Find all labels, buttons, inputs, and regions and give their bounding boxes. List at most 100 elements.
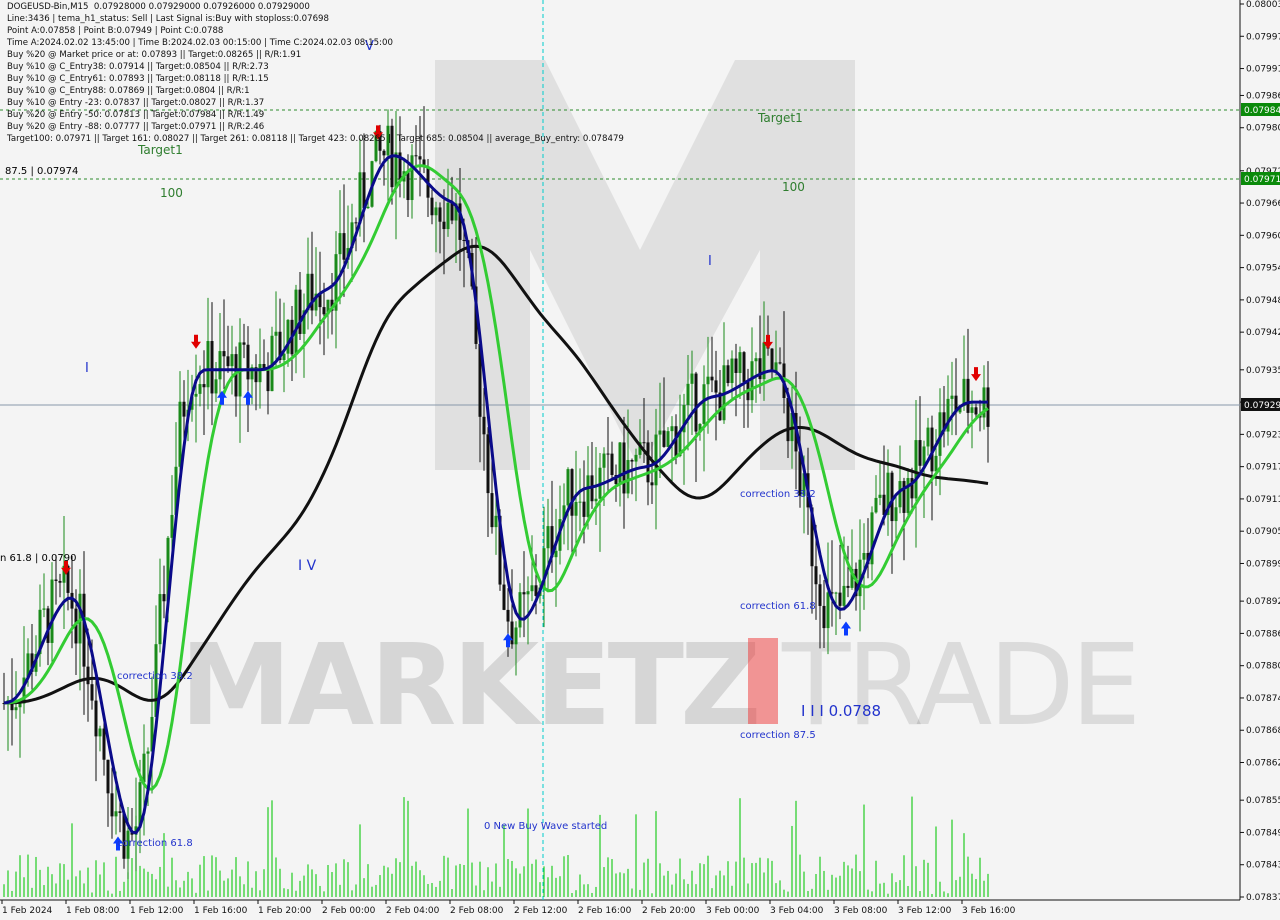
price-tick-label: 0.07980 [1246, 124, 1280, 134]
candle-body [646, 442, 650, 483]
time-tick-label: 3 Feb 16:00 [962, 906, 1016, 916]
candle-body [246, 344, 250, 380]
candle-body [846, 585, 850, 588]
candle-body [114, 811, 118, 817]
candle-body [666, 431, 670, 447]
candle-body [486, 434, 490, 494]
candle-body [442, 221, 446, 230]
candle-body [610, 453, 614, 476]
candle-body [434, 207, 438, 216]
candle-body [258, 363, 262, 383]
candle-body [462, 239, 466, 241]
candle-body [162, 594, 166, 602]
candle-body [218, 351, 222, 380]
price-tick-label: 0.07991 [1246, 65, 1280, 75]
target1-right-label: Target1 [757, 111, 803, 125]
candle-body [962, 378, 966, 407]
candle-body [98, 728, 102, 737]
candle-body [210, 341, 214, 394]
candle-body [926, 427, 930, 447]
candle-body [86, 666, 90, 685]
candle-body [878, 494, 882, 498]
candle-body [18, 703, 22, 708]
candle-body [430, 197, 434, 216]
candle-body [446, 202, 450, 230]
candle-body [918, 440, 922, 466]
watermark-bar-icon [748, 638, 778, 724]
candle-body [694, 373, 698, 432]
info-line-3: Point A:0.07858 | Point B:0.07949 | Poin… [7, 26, 224, 36]
candle-body [554, 550, 558, 558]
candle-body [518, 592, 522, 628]
candle-body [786, 397, 790, 442]
candle-body [894, 507, 898, 522]
candle-body [606, 453, 610, 455]
candle-body [814, 566, 818, 585]
candle-body [158, 594, 162, 645]
time-tick-label: 1 Feb 20:00 [258, 906, 312, 916]
candle-body [742, 352, 746, 382]
candle-body [650, 482, 654, 486]
candle-body [294, 289, 298, 355]
candle-body [482, 416, 486, 435]
candle-body [418, 156, 422, 160]
info-line-11: Buy %20 @ Entry -88: 0.07777 || Target:0… [7, 122, 265, 132]
candle-body [510, 621, 514, 645]
time-tick-label: 1 Feb 2024 [2, 906, 53, 916]
time-tick-label: 2 Feb 00:00 [322, 906, 376, 916]
time-tick-label: 3 Feb 08:00 [834, 906, 888, 916]
candle-body [338, 233, 342, 255]
price-tick-label: 0.07849 [1246, 828, 1280, 838]
info-line-10: Buy %20 @ Entry -50: 0.07813 || Target:0… [7, 110, 265, 120]
candle-body [934, 455, 938, 472]
candle-body [642, 442, 646, 444]
candle-body [702, 384, 706, 424]
wave-iv-label: I V [298, 558, 317, 574]
candle-body [502, 584, 506, 610]
candle-body [914, 440, 918, 499]
candle-body [902, 481, 906, 513]
price-tick-label: 0.07911 [1246, 495, 1280, 505]
price-tick-label: 0.07886 [1246, 629, 1280, 639]
candle-body [530, 585, 534, 592]
time-tick-label: 2 Feb 20:00 [642, 906, 696, 916]
candle-body [654, 434, 658, 486]
candle-body [838, 592, 842, 606]
price-tick-label: 0.07960 [1246, 231, 1280, 241]
candle-body [714, 380, 718, 393]
wave-iii-label: I I I 0.0788 [801, 702, 881, 720]
price-tick-label: 0.07997 [1246, 32, 1280, 42]
candle-body [842, 585, 846, 606]
candle-body [298, 289, 302, 334]
candle-body [950, 395, 954, 399]
candle-body [226, 356, 230, 367]
candle-body [586, 475, 590, 517]
info-line-6: Buy %10 @ C_Entry38: 0.07914 || Target:0… [7, 62, 269, 72]
candle-body [834, 592, 838, 594]
candle-body [634, 454, 638, 462]
candle-body [626, 460, 630, 494]
info-line-9: Buy %10 @ Entry -23: 0.07837 || Target:0… [7, 98, 265, 108]
candle-body [50, 579, 54, 643]
candle-body [14, 707, 18, 711]
price-tick-label: 0.07880 [1246, 662, 1280, 672]
candle-body [118, 811, 122, 813]
candle-body [214, 379, 218, 394]
candle-body [906, 478, 910, 513]
price-tick-label: 0.07855 [1246, 796, 1280, 806]
candle-body [566, 469, 570, 506]
candle-body [450, 202, 454, 221]
candle-body [690, 373, 694, 384]
candle-body [526, 591, 530, 595]
candle-body [622, 442, 626, 494]
candle-body [274, 331, 278, 336]
candle-body [754, 358, 758, 362]
info-line-4: Time A:2024.02.02 13:45:00 | Time B:2024… [7, 38, 393, 48]
corr382-right-label: correction 38.2 [740, 489, 816, 500]
price-tick-label: 0.07917 [1246, 463, 1280, 473]
candle-body [170, 514, 174, 538]
candle-body [582, 501, 586, 517]
candle-body [770, 348, 774, 372]
candle-body [726, 365, 730, 384]
candle-body [514, 627, 518, 645]
